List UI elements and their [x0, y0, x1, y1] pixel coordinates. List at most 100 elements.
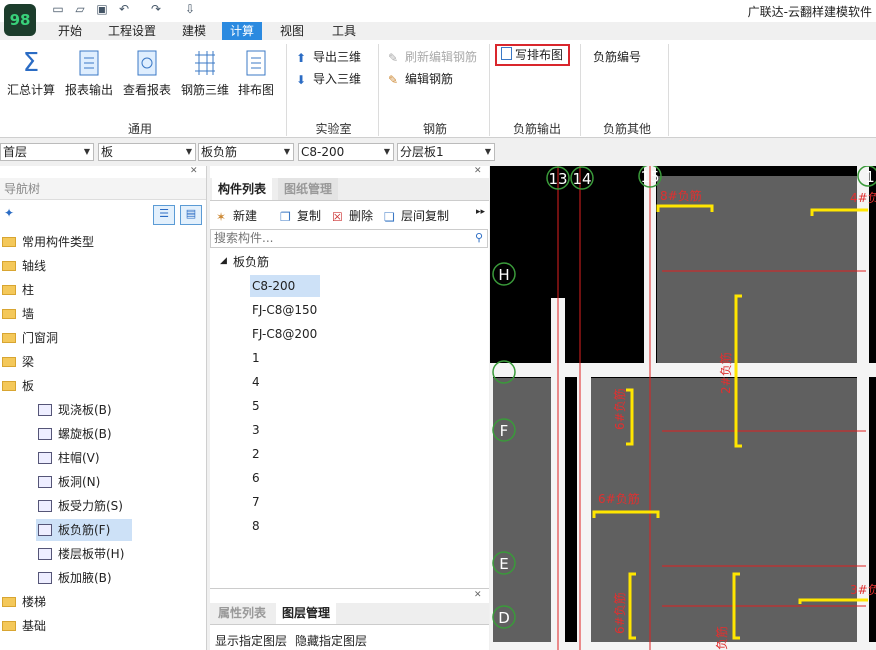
drawing-svg[interactable]: 13 14 15 1 H F E D 8#负筋 4#负 2#负筋 6#负筋 6#… [490, 166, 876, 650]
nav-item-axis[interactable]: 轴线 [2, 255, 46, 277]
group-neg-output-label: 负筋输出 [512, 122, 561, 136]
component-select[interactable]: C8-200 ▼ [298, 143, 394, 161]
rebar-label: 负筋 [714, 626, 729, 650]
new-doc-icon[interactable]: ▭ [50, 2, 66, 16]
redo-icon[interactable]: ↷ [148, 2, 164, 16]
nav-item-slab-haunch[interactable]: 板加腋(B) [38, 567, 112, 589]
nav-item-floor-strip[interactable]: 楼层板带(H) [38, 543, 124, 565]
rebar-label: 2#负筋 [718, 352, 733, 394]
close-icon[interactable]: ✕ [474, 166, 482, 176]
folder-icon [2, 285, 16, 295]
component-item[interactable]: 6 [252, 467, 260, 489]
detail-view-icon[interactable]: ▤ [180, 205, 202, 225]
tab-drawing-manage[interactable]: 图纸管理 [278, 178, 339, 200]
refresh-edit-rebar-button[interactable]: ✎ 刷新编辑钢筋 [388, 48, 477, 65]
open-folder-icon[interactable]: ▱ [72, 2, 88, 16]
rebar-3d-button[interactable]: 钢筋三维 [177, 48, 233, 98]
tab-property-list[interactable]: 属性列表 [212, 603, 272, 624]
axis-number: 15 [640, 168, 659, 186]
nav-item-door-window[interactable]: 门窗洞 [2, 327, 58, 349]
nav-item-slab-neg-rebar[interactable]: 板负筋(F) [36, 519, 132, 541]
tab-modeling[interactable]: 建模 [174, 22, 214, 40]
tab-component-list[interactable]: 构件列表 [212, 178, 273, 200]
collapse-arrow-icon[interactable]: ◢ [220, 256, 227, 266]
axis-number: 13 [548, 170, 567, 188]
show-layer-button[interactable]: 显示指定图层 [215, 632, 287, 649]
undo-icon[interactable]: ↶ [116, 2, 132, 16]
nav-item-column[interactable]: 柱 [2, 279, 34, 301]
component-item[interactable]: 7 [252, 491, 260, 513]
list-view-icon[interactable]: ☰ [153, 205, 175, 225]
app-logo-icon[interactable]: 98 [4, 4, 36, 36]
component-item[interactable]: FJ-C8@150 [252, 299, 317, 321]
tab-tools[interactable]: 工具 [324, 22, 364, 40]
new-component-button[interactable]: ✶ 新建 [216, 207, 257, 224]
nav-item-slab-opening[interactable]: 板洞(N) [38, 471, 100, 493]
import-3d-icon: ⬇ [296, 73, 307, 87]
column-cap-icon [38, 452, 52, 464]
summary-calc-button[interactable]: Σ 汇总计算 [3, 48, 59, 98]
neg-rebar-number-button[interactable]: 负筋编号 [593, 48, 641, 65]
chevron-down-icon: ▼ [83, 147, 90, 156]
close-icon[interactable]: ✕ [474, 590, 482, 600]
component-item[interactable]: FJ-C8@200 [252, 323, 317, 345]
component-item[interactable]: 5 [252, 395, 260, 417]
nav-item-foundation[interactable]: 基础 [2, 615, 46, 637]
export-3d-button[interactable]: ⬆ 导出三维 [296, 48, 361, 65]
copy-between-floors-button[interactable]: ❏ 层间复制 [384, 207, 449, 224]
component-item[interactable]: C8-200 [250, 275, 320, 297]
close-icon[interactable]: ✕ [190, 166, 198, 176]
component-item[interactable]: 8 [252, 515, 260, 537]
tab-project-settings[interactable]: 工程设置 [100, 22, 164, 40]
search-icon[interactable]: ⚲ [475, 231, 483, 244]
add-icon[interactable]: ✦ [4, 206, 14, 220]
layout-diagram-button[interactable]: 排布图 [230, 48, 282, 98]
folder-icon [2, 621, 16, 631]
group-separator [489, 44, 490, 136]
write-layout-diagram-button[interactable]: 写排布图 [495, 44, 570, 66]
report-output-button[interactable]: 报表输出 [61, 48, 117, 98]
hide-layer-button[interactable]: 隐藏指定图层 [295, 632, 367, 649]
nav-item-stairs[interactable]: 楼梯 [2, 591, 46, 613]
nav-item-spiral-slab[interactable]: 螺旋板(B) [38, 423, 112, 445]
nav-item-wall[interactable]: 墙 [2, 303, 34, 325]
copy-component-button[interactable]: ❐ 复制 [280, 207, 321, 224]
group-separator [378, 44, 379, 136]
neg-rebar-icon [38, 524, 52, 536]
nav-item-cast-slab[interactable]: 现浇板(B) [38, 399, 112, 421]
export-icon[interactable]: ⇩ [182, 2, 198, 16]
drawing-canvas[interactable]: 13 14 15 1 H F E D 8#负筋 4#负 2#负筋 6#负筋 6#… [490, 166, 876, 650]
search-box[interactable]: ⚲ [210, 229, 488, 248]
nav-title: 导航树 [0, 178, 206, 200]
tab-layer-manage[interactable]: 图层管理 [276, 603, 337, 624]
import-3d-button[interactable]: ⬇ 导入三维 [296, 70, 361, 87]
floor-select[interactable]: 首层 ▼ [0, 143, 94, 161]
slab-haunch-icon [38, 572, 52, 584]
tab-calculate[interactable]: 计算 [222, 22, 263, 40]
slab-panel [657, 176, 867, 363]
edit-rebar-button[interactable]: ✎ 编辑钢筋 [388, 70, 453, 87]
delete-component-button[interactable]: ☒ 删除 [332, 207, 373, 224]
search-input[interactable] [211, 230, 457, 246]
nav-item-beam[interactable]: 梁 [2, 351, 34, 373]
component-tree-root[interactable]: 板负筋 [233, 251, 269, 273]
save-icon[interactable]: ▣ [94, 2, 110, 16]
nav-item-common[interactable]: 常用构件类型 [2, 231, 94, 253]
component-item[interactable]: 2 [252, 443, 260, 465]
nav-item-column-cap[interactable]: 柱帽(V) [38, 447, 100, 469]
category-select[interactable]: 板 ▼ [98, 143, 196, 161]
tab-view[interactable]: 视图 [272, 22, 312, 40]
tab-start[interactable]: 开始 [50, 22, 90, 40]
nav-item-slab-main-rebar[interactable]: 板受力筋(S) [38, 495, 123, 517]
nav-item-slab[interactable]: 板 [2, 375, 34, 397]
new-icon: ✶ [216, 210, 227, 224]
more-icon[interactable]: ▸▸ [476, 207, 485, 217]
component-item[interactable]: 3 [252, 419, 260, 441]
component-item[interactable]: 4 [252, 371, 260, 393]
component-item[interactable]: 1 [252, 347, 260, 369]
component-type-select[interactable]: 板负筋 ▼ [198, 143, 294, 161]
slab-layer-select[interactable]: 分层板1 ▼ [397, 143, 495, 161]
rebar-label: 6#负筋 [612, 592, 627, 634]
view-report-button[interactable]: 查看报表 [119, 48, 175, 98]
axis-letter: E [499, 555, 508, 573]
